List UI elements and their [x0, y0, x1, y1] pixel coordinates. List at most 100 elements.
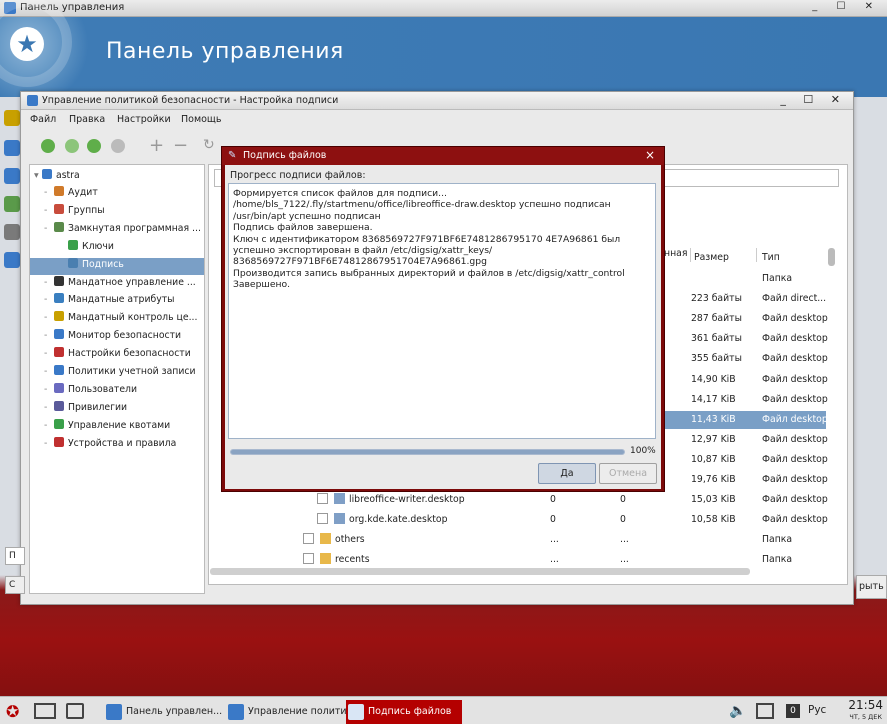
vertical-scrollbar[interactable] — [828, 248, 835, 266]
policy-tree: ▾ astra - Аудит - Группы - Замкнутая программн… — [29, 164, 205, 594]
tree-item[interactable]: - Замкнутая программная ... — [44, 221, 201, 239]
tree-item[interactable]: Ключи — [58, 239, 114, 257]
control-panel-side-icons — [0, 100, 22, 290]
remove-icon[interactable]: − — [173, 135, 188, 156]
tree-item[interactable]: Подпись — [30, 257, 204, 275]
tree-item[interactable]: - Пользователи — [44, 382, 137, 400]
row-type: Папка — [762, 273, 793, 284]
row-name[interactable]: libreoffice-writer.desktop — [349, 494, 465, 505]
cancel-button[interactable]: Отмена — [599, 463, 657, 484]
clock[interactable]: 21:54 ЧТ, 5 ДЕК — [848, 699, 883, 723]
task-label: Панель управлен... — [126, 706, 223, 717]
window-controls[interactable]: _ ☐ ✕ — [812, 1, 881, 12]
row-name[interactable]: others — [335, 534, 365, 545]
column-header-c1[interactable]: нная — [664, 248, 687, 259]
row-size: 361 байты — [691, 333, 742, 345]
task-sign-files[interactable]: Подпись файлов — [346, 700, 462, 724]
computer-icon — [42, 169, 52, 179]
menu-edit[interactable]: Правка — [69, 114, 105, 125]
tree-item[interactable]: - Мандатный контроль це... — [44, 311, 197, 328]
tree-item-icon — [54, 275, 64, 286]
signing-log[interactable]: Формируется список файлов для подписи...… — [228, 183, 656, 439]
dialog-titlebar[interactable]: ✎ Подпись файлов × — [222, 147, 664, 165]
column-header-type[interactable]: Тип — [762, 252, 780, 263]
row-name[interactable]: org.kde.kate.desktop — [349, 514, 447, 525]
tree-item[interactable]: - Мандатное управление ... — [44, 275, 196, 293]
add-icon[interactable]: + — [149, 135, 164, 156]
task-security-policy[interactable]: Управление полити... — [226, 700, 356, 724]
row-size: 19,76 KiB — [691, 474, 736, 485]
keyboard-layout[interactable]: Рус — [808, 704, 826, 716]
category-icon[interactable] — [4, 196, 20, 212]
network-icon[interactable] — [756, 703, 774, 719]
tree-item-label: Управление квотами — [68, 419, 171, 431]
row-checkbox[interactable] — [303, 533, 314, 545]
volume-icon[interactable]: 🔈 — [729, 703, 746, 719]
task-control-panel[interactable]: Панель управлен... — [104, 700, 223, 724]
down-icon[interactable] — [111, 139, 125, 153]
tree-item-icon — [54, 203, 64, 214]
row-size: 11,43 KiB — [691, 413, 736, 425]
start-menu-icon[interactable]: ✪ — [6, 702, 19, 721]
tree-item-label: Монитор безопасности — [68, 330, 182, 342]
menu-bar: Файл Правка Настройки Помощь — [21, 111, 853, 129]
tree-item-icon — [54, 293, 64, 304]
category-icon[interactable] — [4, 110, 20, 126]
close-icon[interactable]: × — [645, 148, 655, 162]
yes-button[interactable]: Да — [538, 463, 596, 484]
tree-item[interactable]: - Привилегии — [44, 400, 127, 418]
row-checkbox[interactable] — [317, 493, 328, 505]
tree-item[interactable]: - Политики учетной записи — [44, 365, 196, 382]
shield-icon — [228, 704, 244, 720]
tree-item-icon — [68, 257, 78, 268]
row-size: 15,03 KiB — [691, 494, 736, 506]
tree-item[interactable]: - Группы — [44, 203, 105, 221]
row-cell: ... — [620, 554, 629, 566]
file-icon — [334, 493, 345, 505]
file-manager-icon[interactable] — [66, 703, 84, 719]
back-icon[interactable] — [41, 139, 55, 153]
row-size: 12,97 KiB — [691, 433, 736, 445]
left-edge-button[interactable]: П — [5, 547, 25, 565]
row-type: Файл desktop — [762, 453, 828, 465]
column-divider — [756, 248, 757, 262]
refresh-icon[interactable]: ↻ — [203, 137, 215, 153]
column-divider — [690, 248, 691, 262]
windows-icon[interactable] — [34, 703, 56, 719]
tree-item[interactable]: - Настройки безопасности — [44, 347, 191, 364]
menu-settings[interactable]: Настройки — [117, 114, 171, 125]
window-controls[interactable]: _ ☐ ✕ — [780, 93, 847, 106]
row-size: 223 байты — [691, 293, 742, 305]
tree-item-icon — [54, 365, 64, 375]
forward-icon[interactable] — [65, 139, 79, 153]
tree-root[interactable]: ▾ astra — [34, 169, 80, 186]
gear-icon[interactable] — [4, 252, 20, 268]
row-size: 10,58 KiB — [691, 514, 736, 526]
header-title: Панель управления — [106, 39, 344, 64]
menu-help[interactable]: Помощь — [181, 114, 221, 125]
row-checkbox[interactable] — [317, 513, 328, 525]
category-icon[interactable] — [4, 168, 20, 184]
row-name[interactable]: recents — [335, 554, 370, 565]
tree-item-icon — [54, 418, 64, 429]
menu-file[interactable]: Файл — [30, 114, 56, 125]
tree-item-icon — [54, 400, 64, 411]
tree-item[interactable]: - Монитор безопасности — [44, 329, 181, 346]
task-label: Подпись файлов — [368, 706, 452, 717]
tree-item[interactable]: - Управление квотами — [44, 418, 171, 436]
up-icon[interactable] — [87, 139, 101, 153]
notification-badge[interactable]: 0 — [786, 704, 800, 718]
tree-item[interactable]: - Мандатные атрибуты — [44, 293, 174, 310]
tree-item[interactable]: - Устройства и правила — [44, 436, 176, 454]
right-edge-button[interactable]: рыть — [856, 575, 887, 599]
category-icon[interactable] — [4, 140, 20, 156]
tree-item[interactable]: - Аудит — [44, 186, 98, 203]
horizontal-scrollbar[interactable] — [210, 568, 750, 575]
row-checkbox[interactable] — [303, 553, 314, 565]
column-header-size[interactable]: Размер — [694, 252, 729, 263]
row-cell: 0 — [620, 494, 626, 506]
left-edge-button[interactable]: С — [5, 576, 25, 594]
category-icon[interactable] — [4, 224, 20, 240]
row-type: Файл desktop — [762, 393, 828, 405]
window-titlebar[interactable]: Управление политикой безопасности - Наст… — [21, 92, 853, 110]
